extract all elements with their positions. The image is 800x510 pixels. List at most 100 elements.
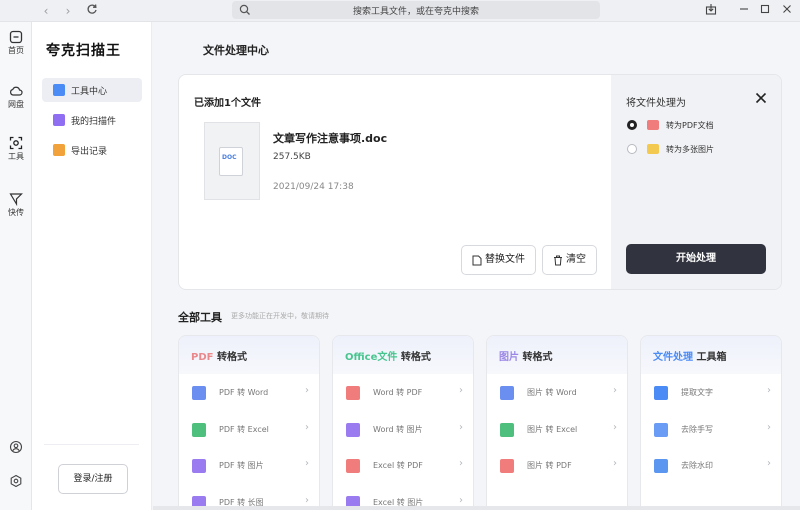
tool-card-header: PDF 转格式 bbox=[179, 336, 319, 374]
horizontal-scrollbar[interactable] bbox=[153, 506, 800, 510]
tool-item[interactable]: Word 转 图片 › bbox=[333, 415, 473, 445]
rail-item-send[interactable]: 快传 bbox=[0, 192, 32, 218]
sidebar-item-label: 我的扫描件 bbox=[71, 117, 117, 127]
sidebar-item-export-history[interactable]: 导出记录 bbox=[42, 138, 142, 162]
pdf-icon bbox=[647, 120, 659, 130]
sidebar-item-tool-center[interactable]: 工具中心 bbox=[42, 78, 142, 102]
tool-item[interactable]: 去除手写 › bbox=[641, 415, 781, 445]
tool-card-title: 转格式 bbox=[519, 352, 553, 363]
tool-label: PDF 转 Word bbox=[219, 388, 269, 397]
clear-button[interactable]: 清空 bbox=[542, 245, 597, 275]
chevron-right-icon: › bbox=[767, 458, 771, 469]
scan-file-icon bbox=[53, 114, 65, 126]
rail-item-home[interactable]: 首页 bbox=[0, 30, 32, 56]
minimize-icon[interactable] bbox=[736, 3, 752, 19]
rail-settings[interactable] bbox=[0, 474, 32, 488]
replace-file-button[interactable]: 替换文件 bbox=[461, 245, 536, 275]
tool-label: 去除手写 bbox=[681, 425, 713, 434]
rail-item-cloud[interactable]: 网盘 bbox=[0, 84, 32, 110]
back-arrow-icon[interactable]: ‹ bbox=[38, 3, 54, 19]
cloud-icon bbox=[10, 86, 23, 96]
tool-item[interactable]: 图片 转 Word › bbox=[487, 378, 627, 408]
radio-convert-images[interactable] bbox=[627, 144, 637, 154]
toolbox-icon bbox=[53, 84, 65, 96]
maximize-icon[interactable] bbox=[757, 3, 773, 19]
doc-file-icon: DOC bbox=[219, 147, 243, 176]
file-thumbnail[interactable]: DOC bbox=[204, 122, 260, 200]
tool-label: PDF 转 图片 bbox=[219, 461, 264, 470]
added-files-title: 已添加1个文件 bbox=[194, 98, 261, 109]
excel-icon bbox=[192, 423, 206, 437]
chevron-right-icon: › bbox=[613, 385, 617, 396]
tool-card-accent: Office文件 bbox=[345, 352, 398, 363]
tool-label: 图片 转 Excel bbox=[527, 425, 578, 434]
rail-label: 网盘 bbox=[8, 100, 24, 109]
start-process-button[interactable]: 开始处理 bbox=[626, 244, 766, 274]
word-icon bbox=[500, 386, 514, 400]
chevron-right-icon: › bbox=[305, 495, 309, 506]
file-name: 文章写作注意事项.doc bbox=[273, 132, 388, 145]
pdf-icon bbox=[346, 459, 360, 473]
sidebar: 夸克扫描王 工具中心 我的扫描件 导出记录 登录/注册 bbox=[32, 22, 152, 510]
added-file-panel: 已添加1个文件 DOC 文章写作注意事项.doc 257.5KB 2021/09… bbox=[179, 75, 611, 289]
rail-item-tools[interactable]: 工具 bbox=[0, 136, 32, 162]
tool-item[interactable]: PDF 转 Word › bbox=[179, 378, 319, 408]
scan-icon bbox=[9, 136, 23, 150]
tool-item[interactable]: 去除水印 › bbox=[641, 451, 781, 481]
search-bar[interactable]: 搜索工具文件，或在夸克中搜索 bbox=[232, 1, 600, 19]
login-button[interactable]: 登录/注册 bbox=[58, 464, 128, 494]
tool-item[interactable]: Word 转 PDF › bbox=[333, 378, 473, 408]
watermark-drop-icon bbox=[654, 459, 668, 473]
refresh-icon[interactable] bbox=[84, 3, 100, 19]
tool-card-title: 转格式 bbox=[213, 352, 247, 363]
radio-convert-pdf[interactable] bbox=[627, 120, 637, 130]
main-content: 文件处理中心 已添加1个文件 DOC 文章写作注意事项.doc 257.5KB … bbox=[153, 22, 800, 510]
chevron-right-icon: › bbox=[459, 495, 463, 506]
excel-icon bbox=[500, 423, 514, 437]
tool-card-header: 文件处理 工具箱 bbox=[641, 336, 781, 374]
close-window-icon[interactable] bbox=[779, 3, 795, 19]
settings-icon bbox=[10, 474, 22, 488]
export-folder-icon bbox=[53, 144, 65, 156]
tool-item[interactable]: PDF 转 图片 › bbox=[179, 451, 319, 481]
file-icon bbox=[472, 255, 482, 266]
page-title: 文件处理中心 bbox=[203, 44, 269, 57]
tool-card-office: Office文件 转格式 Word 转 PDF › Word 转 图片 › Exce… bbox=[332, 335, 474, 510]
tool-item[interactable]: 图片 转 Excel › bbox=[487, 415, 627, 445]
trash-icon bbox=[554, 255, 562, 266]
file-date: 2021/09/24 17:38 bbox=[273, 182, 354, 192]
chevron-right-icon: › bbox=[767, 385, 771, 396]
tool-card-header: Office文件 转格式 bbox=[333, 336, 473, 374]
chevron-right-icon: › bbox=[305, 422, 309, 433]
tool-item[interactable]: Excel 转 PDF › bbox=[333, 451, 473, 481]
chevron-right-icon: › bbox=[459, 385, 463, 396]
tool-card-accent: 图片 bbox=[499, 352, 519, 363]
close-icon[interactable] bbox=[754, 91, 768, 105]
tool-item[interactable]: 图片 转 PDF › bbox=[487, 451, 627, 481]
option-label[interactable]: 转为多张图片 bbox=[666, 144, 714, 155]
tool-card-pdf: PDF 转格式 PDF 转 Word › PDF 转 Excel › PDF 转 图… bbox=[178, 335, 320, 510]
process-title: 将文件处理为 bbox=[626, 98, 686, 109]
chevron-right-icon: › bbox=[613, 422, 617, 433]
sidebar-divider bbox=[44, 444, 139, 445]
tool-item[interactable]: PDF 转 Excel › bbox=[179, 415, 319, 445]
forward-arrow-icon[interactable]: › bbox=[60, 3, 76, 19]
user-icon bbox=[9, 440, 23, 454]
tool-card-accent: 文件处理 bbox=[653, 352, 693, 363]
send-icon bbox=[9, 193, 23, 206]
tool-label: 提取文字 bbox=[681, 388, 713, 397]
tool-label: PDF 转 Excel bbox=[219, 425, 269, 434]
tool-card-title: 转格式 bbox=[397, 352, 431, 363]
image-icon bbox=[346, 423, 360, 437]
chevron-right-icon: › bbox=[613, 458, 617, 469]
home-icon bbox=[9, 30, 23, 44]
download-icon[interactable] bbox=[703, 3, 719, 19]
option-label[interactable]: 转为PDF文档 bbox=[666, 120, 714, 131]
tool-label: 去除水印 bbox=[681, 461, 713, 470]
sidebar-item-my-scans[interactable]: 我的扫描件 bbox=[42, 108, 142, 132]
app-rail: 首页 网盘 工具 快传 bbox=[0, 22, 32, 510]
file-processing-card: 已添加1个文件 DOC 文章写作注意事项.doc 257.5KB 2021/09… bbox=[178, 74, 782, 290]
rail-user[interactable] bbox=[0, 440, 32, 454]
tool-item[interactable]: 提取文字 › bbox=[641, 378, 781, 408]
image-icon bbox=[647, 144, 659, 154]
